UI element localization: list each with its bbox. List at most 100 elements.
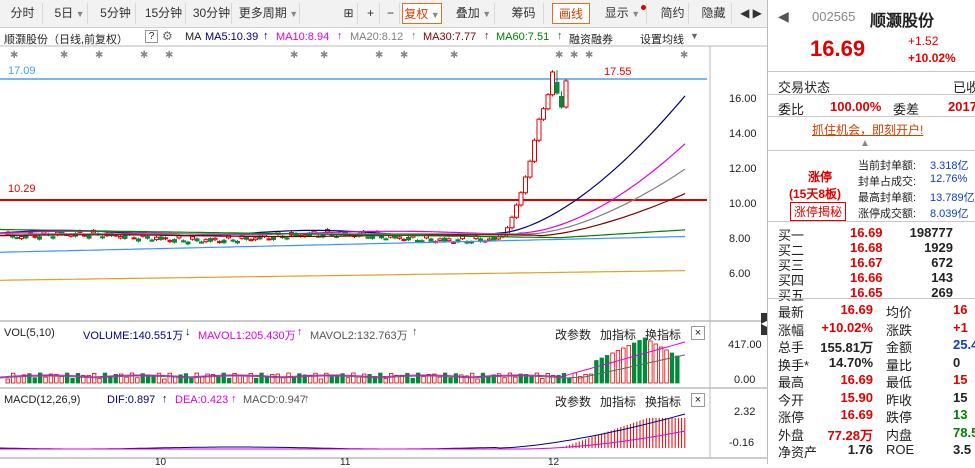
arrow-down-icon: ↓	[185, 326, 191, 338]
period-5day[interactable]: 5日 ▼	[52, 3, 88, 24]
fuquan-button[interactable]: 复权 ▼	[402, 3, 442, 24]
x-axis-label: 10	[155, 457, 167, 468]
vol-close-icon[interactable]: ×	[691, 326, 705, 340]
event-star-icon: ✱	[95, 50, 103, 61]
candle-down	[442, 237, 447, 242]
candle-down	[271, 236, 276, 240]
zoom-out-icon[interactable]: −	[382, 3, 400, 24]
overlay-button[interactable]: 叠加 ▼	[453, 3, 495, 24]
period-fenshi[interactable]: 分时	[3, 3, 43, 24]
vol-swap-indicator-link[interactable]: 换指标	[645, 326, 681, 343]
volume-bar	[605, 355, 610, 384]
candle-down	[554, 82, 560, 94]
stat-value: 25.4	[953, 337, 975, 352]
draw-line-button[interactable]: 画线	[552, 3, 590, 24]
candle-up	[32, 235, 38, 238]
event-star-icon: ✱	[375, 50, 383, 61]
kline-chart-area[interactable]: 顺灏股份（日线,前复权） ? ⚙ MA MA5:10.39 ↑ MA10:8.9…	[0, 28, 767, 468]
macd-change-param-link[interactable]: 改参数	[555, 393, 591, 410]
volume-bar	[410, 377, 415, 384]
period-more[interactable]: 更多周期 ▼	[238, 3, 300, 24]
macd-macd-value: MACD:0.947	[243, 394, 306, 406]
candle-up	[487, 238, 492, 241]
event-star-icon: ✱	[570, 50, 578, 61]
seal-row-value: 12.76%	[930, 173, 968, 185]
chevron-up-icon[interactable]: ▲	[860, 138, 884, 149]
volume-bar	[453, 373, 459, 384]
volume-bar	[275, 373, 280, 384]
order-book-volume: 198777	[909, 225, 953, 240]
volume-bar	[637, 340, 642, 384]
volume-bar	[297, 373, 302, 384]
stat-value: 155.81万	[820, 340, 873, 355]
event-star-icon: ✱	[140, 50, 148, 61]
candle-up	[118, 236, 123, 239]
period-5day-label: 5日	[54, 6, 74, 20]
mavol1-value: MAVOL1:205.430万	[198, 330, 296, 342]
volume-bar	[615, 350, 621, 384]
hide-button-label: 隐藏	[701, 6, 726, 20]
arrow-up-icon: ↑	[297, 326, 303, 338]
stat-value: 15	[953, 389, 968, 405]
volume-bar	[448, 377, 453, 384]
volume-bar	[291, 377, 297, 384]
candle-up	[527, 160, 533, 178]
stat-value: 16.69	[840, 372, 873, 387]
event-star-icon: ✱	[165, 50, 173, 61]
macd-indicator-name: MACD(12,26,9)	[4, 394, 81, 406]
volume-bar	[183, 373, 189, 384]
period-15min[interactable]: 15分钟	[142, 3, 186, 24]
event-star-icon: ✱	[585, 50, 593, 61]
macd-close-icon[interactable]: ×	[691, 393, 705, 407]
display-button[interactable]: 显示 ▼	[599, 3, 647, 24]
lock-icon[interactable]: ⊞	[340, 3, 358, 24]
candle-down	[100, 236, 105, 239]
volume-bar	[388, 373, 394, 384]
hide-button[interactable]: 隐藏	[696, 3, 732, 24]
period-5min[interactable]: 5分钟	[96, 3, 136, 24]
volume-bar	[129, 372, 135, 384]
event-star-icon: ✱	[400, 50, 408, 61]
ma-line-2	[0, 168, 686, 235]
stat-value: 77.28万	[827, 427, 873, 443]
candle-down	[122, 235, 128, 239]
volume-bar	[534, 372, 540, 384]
macd-add-indicator-link[interactable]: 加指标	[600, 393, 636, 410]
draw-line-button-label: 画线	[558, 7, 583, 21]
arrow-up-icon: ↑	[412, 326, 418, 338]
divider	[768, 94, 975, 95]
zoom-in-icon[interactable]: +	[362, 3, 380, 24]
candle-up	[401, 238, 407, 241]
scroll-arrows-icon[interactable]: ◀ ▶	[737, 3, 765, 24]
macd-swap-indicator-link[interactable]: 换指标	[645, 393, 681, 410]
volume-bar	[529, 376, 534, 384]
vol-volume-value: VOLUME:140.551万	[83, 330, 184, 342]
stat-value: 1.76	[847, 442, 873, 457]
stat-value: 16.69	[840, 407, 873, 422]
candle-down	[136, 238, 141, 242]
candle-down	[221, 239, 227, 244]
seal-row-value: 8.039亿	[930, 208, 969, 220]
price-axis-tick: 14.00	[729, 128, 757, 140]
stock-change-pct: +10.02%	[908, 51, 956, 65]
volume-bar	[507, 372, 513, 384]
chips-button[interactable]: 筹码	[504, 3, 544, 24]
vol-change-param-link[interactable]: 改参数	[555, 326, 591, 343]
candle-up	[248, 239, 254, 242]
volume-bar	[221, 372, 226, 384]
stat-value: 13	[953, 407, 968, 422]
seal-row-value: 3.318亿	[930, 160, 969, 172]
stock-change: +1.52	[908, 34, 939, 48]
promo-link[interactable]: 抓住机会，即刻开户!	[812, 121, 975, 138]
candle-down	[469, 241, 474, 244]
limit-up-reveal-button[interactable]: 涨停揭秘	[790, 202, 846, 221]
volume-bar	[151, 375, 156, 384]
vol-add-indicator-link[interactable]: 加指标	[600, 326, 636, 343]
price-axis-tick: 16.00	[729, 93, 757, 105]
period-30min[interactable]: 30分钟	[192, 3, 232, 24]
candle-down	[235, 240, 240, 244]
simple-button[interactable]: 简约	[657, 3, 689, 24]
candle-down	[199, 241, 204, 244]
volume-bar	[216, 376, 221, 384]
candle-up	[266, 238, 272, 241]
